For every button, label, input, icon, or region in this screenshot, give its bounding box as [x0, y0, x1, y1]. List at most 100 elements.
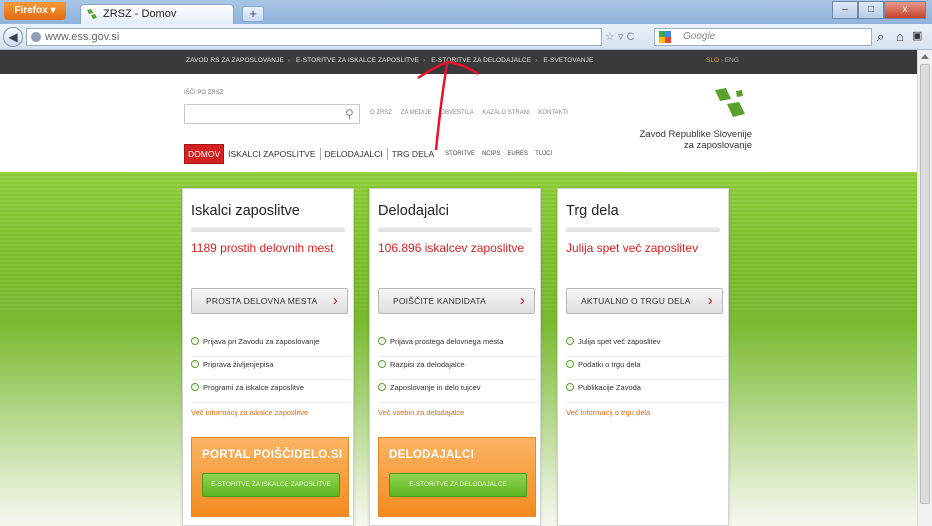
browser-navbar: ◀ www.ess.gov.si ☆ ▿ C Google ⌕ ⌂ ▣	[0, 24, 932, 50]
logo-line-2: za zaposlovanje	[683, 140, 752, 151]
globe-icon	[31, 32, 41, 42]
nav-iskalci[interactable]: ISKALCI ZAPOSLITVE	[224, 149, 319, 159]
list-item[interactable]: › Julija spet več zaposlitev	[566, 334, 726, 357]
list-item[interactable]: › Prijava prostega delovnega mesta	[378, 334, 538, 357]
browser-tab[interactable]: ZRSZ - Domov	[80, 4, 234, 24]
browser-search-input[interactable]: Google	[654, 28, 872, 46]
page-scrollbar[interactable]	[917, 50, 932, 526]
list-item[interactable]: › Razpisi za delodajalce	[378, 357, 538, 380]
card-title: Delodajalci	[378, 203, 449, 219]
card-headline[interactable]: 106.896 iskalcev zaposlitve	[378, 241, 524, 255]
topstrip-link-zavod[interactable]: ZAVOD RS ZA ZAPOSLOVANJE	[186, 57, 284, 64]
reload-icon[interactable]: C	[627, 31, 635, 43]
magnifier-icon[interactable]: ⚲	[345, 107, 354, 121]
maximize-button[interactable]: □	[858, 1, 884, 19]
back-arrow-icon[interactable]: ◀	[3, 27, 23, 47]
firefox-menu-label: Firefox	[14, 5, 48, 16]
promo-title: DELODAJALCI	[389, 449, 475, 461]
nav-tujci[interactable]: TUJCI	[535, 151, 552, 157]
card-title: Iskalci zaposlitve	[191, 203, 300, 219]
arrow-circle-icon: ›	[378, 360, 386, 368]
site-search-input[interactable]	[184, 104, 360, 124]
util-link-obvestila[interactable]: OBVESTILA	[440, 110, 473, 116]
bookmark-star-icon[interactable]: ☆	[605, 31, 615, 43]
arrow-circle-icon: ›	[566, 337, 574, 345]
arrow-circle-icon: ›	[191, 337, 199, 345]
search-placeholder: Google	[683, 31, 716, 42]
card-divider	[566, 227, 720, 232]
more-info-link[interactable]: Več vsebin za delodajalce	[378, 408, 464, 417]
chevron-right-icon: ›	[707, 292, 713, 309]
menu-icon[interactable]: ▣	[912, 29, 922, 42]
top-strip: ZAVOD RS ZA ZAPOSLOVANJE › E-STORITVE ZA …	[0, 50, 917, 74]
scrollbar-thumb[interactable]	[920, 64, 930, 504]
arrow-circle-icon: ›	[566, 383, 574, 391]
logo-line-1: Zavod Republike Slovenije	[639, 129, 752, 140]
poiscite-kandidata-button[interactable]: POIŠČITE KANDIDATA ›	[378, 288, 535, 314]
nav-ncips[interactable]: NCIPS	[482, 151, 500, 157]
url-tools: ☆ ▿ C	[605, 30, 634, 43]
util-link-mediji[interactable]: ZA MEDIJE	[401, 110, 432, 116]
list-item[interactable]: › Priprava življenjepisa	[191, 357, 351, 380]
scroll-up-icon[interactable]	[921, 54, 929, 59]
home-icon[interactable]: ⌂	[896, 29, 904, 44]
topstrip-link-iskalci[interactable]: E-STORITVE ZA ISKALCE ZAPOSLITVE	[296, 57, 419, 64]
list-item[interactable]: › Prijava pri Zavodu za zaposlovanje	[191, 334, 351, 357]
chevron-right-icon: ›	[519, 292, 525, 309]
nav-delodajalci[interactable]: DELODAJALCI	[321, 149, 387, 159]
promo-button[interactable]: E-STORITVE ZA DELODAJALCE	[389, 473, 527, 497]
url-bar[interactable]: www.ess.gov.si	[26, 28, 602, 46]
nav-eures[interactable]: EURES	[507, 151, 528, 157]
lang-slo[interactable]: SLO	[706, 57, 719, 64]
dropdown-chevron-icon[interactable]: ▿	[618, 31, 624, 43]
link-text: Priprava življenjepisa	[203, 360, 274, 369]
card-headline[interactable]: 1189 prostih delovnih mest	[191, 241, 334, 255]
card-headline[interactable]: Julija spet več zaposlitev	[566, 241, 698, 255]
zrsz-logo-icon[interactable]	[712, 88, 746, 118]
arrow-circle-icon: ›	[566, 360, 574, 368]
link-text: Prijava prostega delovnega mesta	[390, 337, 504, 346]
nav-trg-dela[interactable]: TRG DELA	[388, 149, 439, 159]
list-item[interactable]: › Podatki o trgu dela	[566, 357, 726, 380]
card-divider	[191, 227, 345, 232]
topstrip-link-svetovanje[interactable]: E-SVETOVANJE	[543, 57, 593, 64]
google-icon	[659, 31, 671, 43]
lang-eng[interactable]: ENG	[725, 57, 739, 64]
button-label: PROSTA DELOVNA MESTA	[206, 296, 318, 306]
link-text: Podatki o trgu dela	[578, 360, 641, 369]
promo-button[interactable]: E-STORITVE ZA ISKALCE ZAPOSLITVE	[202, 473, 340, 497]
topstrip-link-delodajalci[interactable]: E-STORITVE ZA DELODAJALCE	[431, 57, 531, 64]
list-item[interactable]: › Publikacije Zavoda	[566, 380, 726, 403]
minimize-button[interactable]: –	[832, 1, 858, 19]
card-title: Trg dela	[566, 203, 619, 219]
language-switch: SLO › ENG	[706, 57, 739, 64]
close-button[interactable]: x	[884, 1, 926, 19]
arrow-circle-icon: ›	[378, 383, 386, 391]
util-link-ozrsz[interactable]: O ZRSZ	[370, 110, 392, 116]
nav-home[interactable]: DOMOV	[184, 144, 225, 164]
card-divider	[378, 227, 532, 232]
logo-text: Zavod Republike Slovenije za zaposlovanj…	[600, 129, 752, 151]
new-tab-button[interactable]: +	[242, 6, 264, 22]
link-text: Prijava pri Zavodu za zaposlovanje	[203, 337, 320, 346]
more-info-link[interactable]: Več informacij za iskalce zaposlitve	[191, 408, 308, 417]
aktualno-o-trgu-dela-button[interactable]: AKTUALNO O TRGU DELA ›	[566, 288, 723, 314]
browser-titlebar: Firefox ▾ ZRSZ - Domov + – □ x	[0, 0, 932, 24]
more-info-link[interactable]: Več informacij o trgu dela	[566, 408, 650, 417]
list-item[interactable]: › Programi za iskalce zaposlitve	[191, 380, 351, 403]
card-links: › Prijava pri Zavodu za zaposlovanje › Pri…	[191, 334, 351, 403]
search-icon[interactable]: ⌕	[877, 29, 884, 45]
url-text: www.ess.gov.si	[45, 31, 120, 43]
prosta-delovna-mesta-button[interactable]: PROSTA DELOVNA MESTA ›	[191, 288, 348, 314]
nav-storitve[interactable]: STORITVE	[445, 151, 475, 157]
firefox-menu-button[interactable]: Firefox ▾	[4, 2, 66, 20]
utility-links: O ZRSZ ZA MEDIJE OBVESTILA KAZALO STRANI…	[370, 110, 575, 116]
util-link-kontakti[interactable]: KONTAKTI	[538, 110, 568, 116]
promo-delodajalci[interactable]: DELODAJALCI E-STORITVE ZA DELODAJALCE	[378, 437, 536, 517]
promo-portal[interactable]: PORTAL POIŠČIDELO.SI E-STORITVE ZA ISKAL…	[191, 437, 349, 517]
list-item[interactable]: › Zaposlovanje in delo tujcev	[378, 380, 538, 403]
tab-title: ZRSZ - Domov	[103, 8, 177, 20]
util-link-kazalo[interactable]: KAZALO STRANI	[482, 110, 529, 116]
chevron-right-icon: ›	[332, 292, 338, 309]
card-delodajalci: Delodajalci 106.896 iskalcev zaposlitve …	[369, 188, 541, 526]
